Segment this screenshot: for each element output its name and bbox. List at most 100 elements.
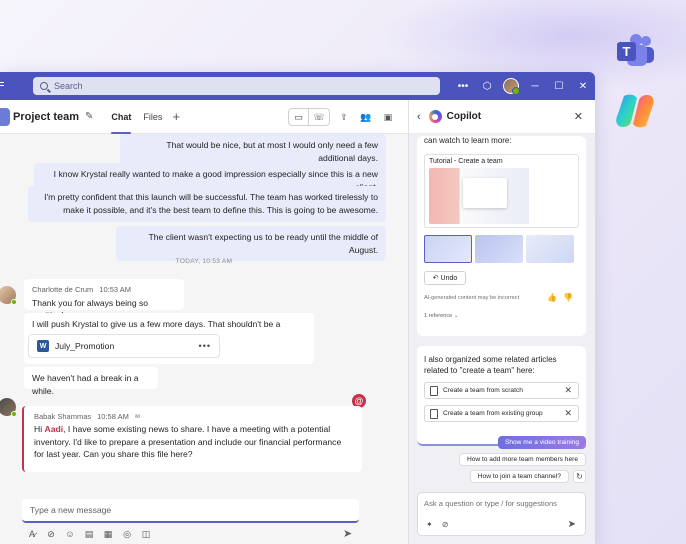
mention[interactable]: Aadi xyxy=(45,424,64,434)
suggestion-chip[interactable]: How to join a team channel? xyxy=(469,470,569,483)
attach-icon[interactable]: ⊘ xyxy=(442,520,449,529)
message-text: I'm pretty confident that this launch wi… xyxy=(44,192,378,215)
response-text: can watch to learn more: xyxy=(424,136,512,145)
close-icon[interactable]: ✕ xyxy=(564,408,572,419)
copilot-hex-icon[interactable]: ⬡ xyxy=(475,72,499,100)
share-screen-icon[interactable]: ⇪ xyxy=(336,109,352,125)
undo-button[interactable]: ↶ Undo xyxy=(424,271,466,285)
video-thumbnail[interactable] xyxy=(475,235,523,263)
loop-icon[interactable]: ◎ xyxy=(121,528,133,540)
edit-name-icon[interactable]: ✎ xyxy=(85,111,93,122)
minimize-icon[interactable]: ─ xyxy=(523,72,547,100)
message-time: 10:58 AM xyxy=(97,412,129,421)
word-file-icon: W xyxy=(37,340,49,352)
related-item-label: Create a team from existing group xyxy=(443,410,543,417)
reference-toggle[interactable]: 1 reference ⌄ xyxy=(424,313,579,319)
document-icon xyxy=(430,385,438,396)
title-bar: Search ••• ⬡ ─ ☐ ✕ xyxy=(0,72,595,100)
send-icon[interactable]: ➤ xyxy=(343,527,352,540)
reference-label: 1 reference xyxy=(424,313,453,319)
sender-name: Charlotte de Crum xyxy=(32,285,94,294)
avatar-babak[interactable] xyxy=(0,398,17,417)
ai-disclaimer: AI-generated content may be incorrect 👍👎 xyxy=(424,293,579,302)
compose-toolbar: A̷ ⊘ ☺ ▤ ▦ ◎ ◫ xyxy=(26,528,152,540)
avatar-charlotte[interactable] xyxy=(0,286,17,305)
day-separator: TODAY, 10:53 AM xyxy=(175,258,233,265)
file-name: July_Promotion xyxy=(55,341,115,351)
thumbs-up-icon[interactable]: 👍 xyxy=(547,293,563,302)
menu-icon[interactable] xyxy=(0,80,6,92)
copilot-panel-icon[interactable]: ▣ xyxy=(380,109,396,125)
chat-title: Project team xyxy=(13,110,80,123)
message-time: 10:53 AM xyxy=(99,285,131,294)
thumbs-down-icon[interactable]: 👎 xyxy=(563,293,579,302)
video-call-icon[interactable]: ▭ xyxy=(289,109,309,125)
close-icon[interactable]: ✕ xyxy=(564,385,572,396)
close-icon[interactable]: ✕ xyxy=(571,72,595,100)
feedback-icons: 👍👎 xyxy=(547,293,579,302)
maximize-icon[interactable]: ☐ xyxy=(547,72,571,100)
copilot-logo-icon xyxy=(616,94,654,128)
status-dot xyxy=(11,299,17,305)
tab-chat-label: Chat xyxy=(111,111,132,122)
sticker-icon[interactable]: ▦ xyxy=(102,528,114,540)
close-icon[interactable]: ✕ xyxy=(574,110,583,123)
audio-call-icon[interactable]: ☏ xyxy=(309,109,329,125)
search-input[interactable]: Search xyxy=(33,77,440,95)
message-charlotte: Charlotte de Crum 10:53 AM Thank you for … xyxy=(24,279,184,320)
copilot-icon xyxy=(428,110,442,123)
related-intro: I also organized some related articles r… xyxy=(424,355,557,375)
people-icon[interactable]: 👥 xyxy=(358,109,374,125)
attach-icon[interactable]: ⊘ xyxy=(45,528,57,540)
tab-files[interactable]: Files xyxy=(137,100,168,134)
suggestion-chip[interactable]: Show me a video training xyxy=(497,436,586,449)
send-icon[interactable]: ➤ xyxy=(568,519,576,530)
ai-note-text: AI-generated content may be incorrect xyxy=(424,295,520,301)
gif-icon[interactable]: ▤ xyxy=(83,528,95,540)
message-own: The client wasn't expecting us to be rea… xyxy=(116,226,386,261)
video-thumbnail[interactable] xyxy=(424,235,472,263)
message-text: The client wasn't expecting us to be rea… xyxy=(148,232,378,255)
avatar xyxy=(503,78,520,95)
message-own: I'm pretty confident that this launch wi… xyxy=(28,186,386,222)
message-babak: Babak Shammas 10:58 AM ᵃᵃ Hi Aadi, I have … xyxy=(22,406,362,472)
copilot-input[interactable]: Ask a question or type / for suggestions… xyxy=(417,492,586,536)
format-icon[interactable]: A̷ xyxy=(26,528,38,540)
tutorial-card[interactable]: Tutorial - Create a team xyxy=(424,154,579,228)
tutorial-thumbnail xyxy=(429,168,529,224)
video-thumbnail[interactable] xyxy=(526,235,574,263)
more-options-icon[interactable]: ••• xyxy=(451,72,475,100)
message-charlotte: We haven't had a break in a while. xyxy=(24,367,158,396)
teams-window: Search ••• ⬡ ─ ☐ ✕ Project team ✎ Chat F… xyxy=(0,72,595,544)
copilot-response-card: can watch to learn more: Tutorial - Crea… xyxy=(417,136,586,336)
add-tab-icon[interactable]: + xyxy=(172,109,180,124)
format-icon: ᵃᵃ xyxy=(134,414,141,421)
emoji-icon[interactable]: ☺ xyxy=(64,528,76,540)
refresh-icon[interactable]: ↻ xyxy=(573,470,586,483)
file-attachment[interactable]: W July_Promotion ••• xyxy=(28,334,220,358)
sender-name: Babak Shammas xyxy=(34,412,92,421)
suggestion-chip[interactable]: How to add more team members here xyxy=(458,453,586,466)
profile-avatar[interactable] xyxy=(499,72,523,100)
copilot-header: ‹ Copilot ✕ xyxy=(409,100,595,134)
svg-text:T: T xyxy=(623,44,631,59)
sparkle-icon[interactable]: ✦ xyxy=(426,520,433,529)
sender-line: Babak Shammas 10:58 AM ᵃᵃ xyxy=(34,412,352,421)
back-icon[interactable]: ‹ xyxy=(417,111,421,123)
suggestion-chips: Show me a video training How to add more… xyxy=(458,436,586,483)
more-options-icon[interactable]: ••• xyxy=(199,341,211,351)
tab-chat[interactable]: Chat xyxy=(105,100,137,134)
tab-files-label: Files xyxy=(143,111,163,122)
compose-box[interactable]: Type a new message xyxy=(22,499,359,523)
message-text: We haven't had a break in a while. xyxy=(32,373,139,396)
status-dot xyxy=(11,411,17,417)
related-item[interactable]: Create a team from scratch ✕ xyxy=(424,382,579,399)
message-text: , I have some existing news to share. I … xyxy=(34,424,342,459)
video-thumbnails xyxy=(424,235,579,263)
schedule-icon[interactable]: ◫ xyxy=(140,528,152,540)
chevron-down-icon: ⌄ xyxy=(453,313,459,319)
greeting: Hi xyxy=(34,424,45,434)
related-item[interactable]: Create a team from existing group ✕ xyxy=(424,405,579,422)
message-text: That would be nice, but at most I would … xyxy=(166,140,378,163)
search-icon xyxy=(40,82,48,90)
